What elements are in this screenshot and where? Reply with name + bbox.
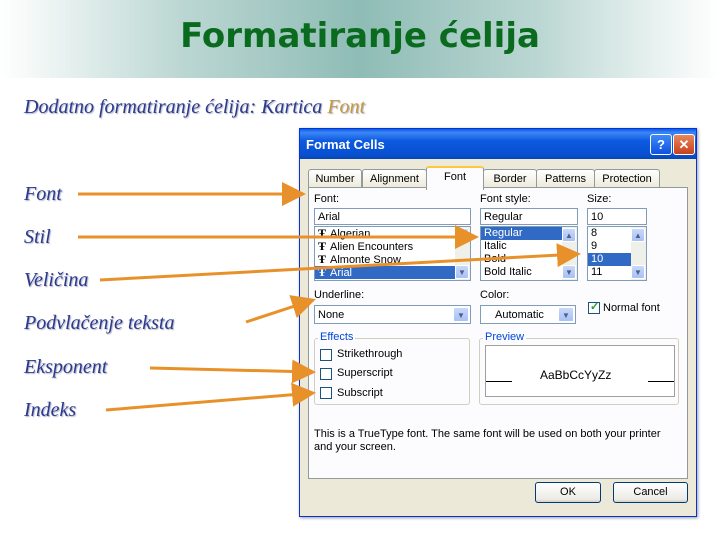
font-list-item[interactable]: Ŧ Algerian (315, 227, 470, 240)
close-icon[interactable]: ✕ (673, 134, 695, 155)
label-indeks: Indeks (24, 399, 77, 421)
subscript-checkbox[interactable] (320, 387, 332, 399)
underline-value: None (318, 309, 345, 321)
font-input[interactable]: Arial (314, 208, 471, 225)
preview-box: AaBbCcYyZz (485, 345, 675, 397)
superscript-checkbox[interactable] (320, 368, 332, 380)
effects-title: Effects (318, 331, 356, 343)
dialog-titlebar[interactable]: Format Cells ? ✕ (300, 129, 696, 159)
slide-title: Formatiranje ćelija (180, 16, 540, 56)
tab-patterns[interactable]: Patterns (536, 169, 595, 188)
underline-select[interactable]: None ▼ (314, 305, 471, 324)
font-style-label: Font style: (480, 193, 531, 205)
color-label: Color: (480, 289, 510, 301)
scroll-up-icon[interactable]: ▲ (455, 228, 469, 242)
scroll-up-icon[interactable]: ▲ (631, 228, 645, 242)
slide-subtitle: Dodatno formatiranje ćelija: Kartica Fon… (24, 96, 365, 119)
label-stil: Stil (24, 226, 51, 248)
cancel-button[interactable]: Cancel (613, 482, 688, 503)
preview-baseline-right (648, 381, 674, 382)
help-icon[interactable]: ? (650, 134, 672, 155)
size-scrollbar[interactable]: ▲ ▼ (631, 227, 646, 280)
font-style-input[interactable]: Regular (480, 208, 578, 225)
font-label: Font: (314, 193, 340, 205)
label-font: Font (24, 183, 62, 205)
superscript-label: Superscript (337, 367, 393, 379)
chevron-down-icon[interactable]: ▼ (453, 307, 469, 322)
tab-number[interactable]: Number (308, 169, 362, 188)
scroll-up-icon[interactable]: ▲ (562, 228, 576, 242)
dialog-title: Format Cells (306, 137, 385, 152)
arrow-indeks (105, 382, 316, 412)
color-select[interactable]: Automatic ▼ (480, 305, 576, 324)
font-tab-panel: Font: Arial Ŧ Algerian Ŧ Alien Encounters … (308, 187, 688, 479)
scroll-down-icon[interactable]: ▼ (631, 265, 645, 279)
tab-border[interactable]: Border (483, 169, 537, 188)
subtitle-main: Dodatno formatiranje ćelija: Kartica (24, 96, 328, 118)
normal-font-label: Normal font (603, 302, 660, 314)
label-velicina: Veličina (24, 269, 89, 291)
preview-text: AaBbCcYyZz (540, 368, 612, 382)
size-list[interactable]: 8 9 10 11 ▲ ▼ (587, 226, 647, 281)
font-list-item[interactable]: Ŧ Alien Encounters (315, 240, 470, 254)
truetype-icon: Ŧ (318, 265, 327, 279)
font-style-scrollbar[interactable]: ▲ ▼ (562, 227, 577, 280)
info-line-2: and your screen. (314, 441, 396, 453)
font-list-scrollbar[interactable]: ▲ ▼ (455, 227, 470, 280)
tab-font[interactable]: Font (426, 166, 484, 190)
chevron-down-icon[interactable]: ▼ (558, 307, 574, 322)
preview-baseline-left (486, 381, 512, 382)
strikethrough-label: Strikethrough (337, 348, 403, 360)
ok-button[interactable]: OK (535, 482, 601, 503)
font-list-item-selected[interactable]: Ŧ Arial (315, 266, 470, 279)
arrow-eksponent (149, 359, 316, 384)
font-list[interactable]: Ŧ Algerian Ŧ Alien Encounters Ŧ Almonte Sno… (314, 226, 471, 281)
tab-protection[interactable]: Protection (594, 169, 660, 188)
strikethrough-checkbox[interactable] (320, 349, 332, 361)
label-eksponent: Eksponent (24, 356, 108, 378)
info-line-1: This is a TrueType font. The same font w… (314, 428, 661, 440)
subtitle-accent: Font (327, 96, 366, 118)
normal-font-checkbox[interactable] (588, 300, 600, 314)
scroll-down-icon[interactable]: ▼ (455, 265, 469, 279)
label-podvlacenje: Podvlačenje teksta (24, 312, 175, 334)
font-style-list[interactable]: Regular Italic Bold Bold Italic ▲ ▼ (480, 226, 578, 281)
font-list-item[interactable]: Ŧ Almonte Snow (315, 253, 470, 267)
color-value: Automatic (495, 309, 544, 321)
size-input[interactable]: 10 (587, 208, 647, 225)
tab-alignment[interactable]: Alignment (362, 169, 427, 188)
scroll-down-icon[interactable]: ▼ (562, 265, 576, 279)
underline-label: Underline: (314, 289, 365, 301)
format-cells-dialog: Format Cells ? ✕ Number Alignment Font B… (299, 128, 697, 517)
size-label: Size: (587, 193, 612, 205)
preview-title: Preview (483, 331, 527, 343)
subscript-label: Subscript (337, 387, 383, 399)
